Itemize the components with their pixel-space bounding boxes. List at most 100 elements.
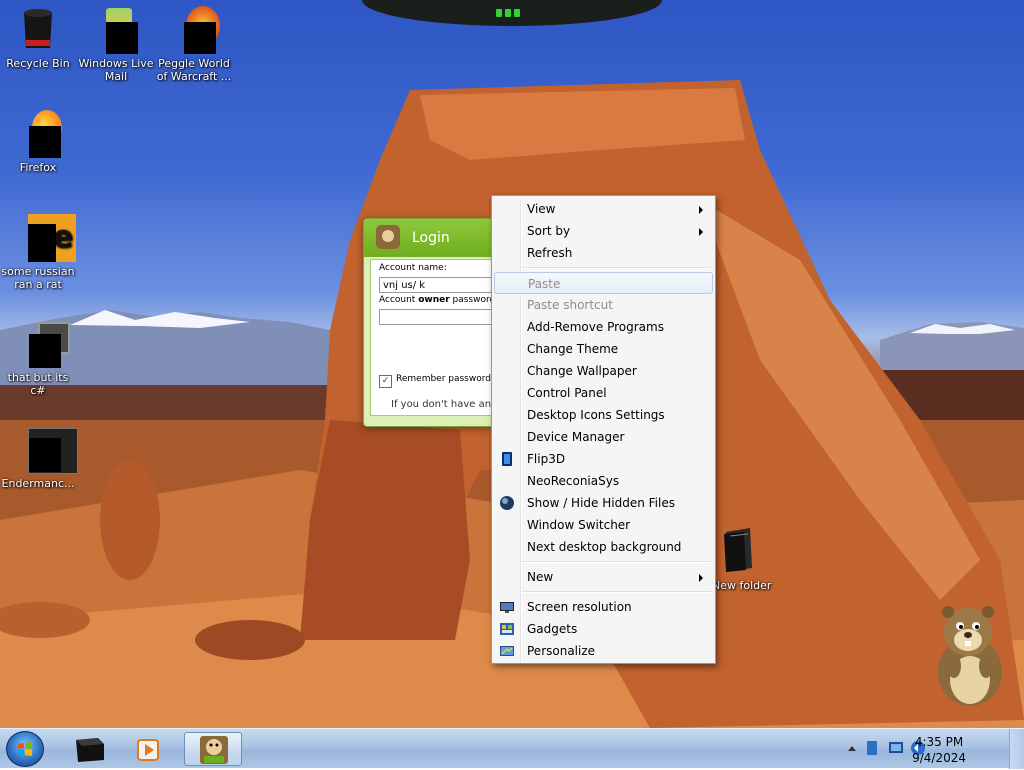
action-center-icon (867, 741, 877, 755)
menu-item-label: Paste (528, 277, 561, 291)
peggle-icon (170, 6, 220, 54)
taskbar-media-player[interactable] (124, 732, 176, 766)
start-button[interactable] (6, 731, 44, 767)
clock-time: 4:35 PM (914, 735, 964, 749)
taskbar: 4:35 PM 9/4/2024 (0, 728, 1024, 769)
desktop-icon-label: Firefox (19, 161, 57, 174)
desktop-icon-label: Recycle Bin (6, 57, 70, 70)
menu-item-label: Next desktop background (527, 540, 682, 554)
monitor-icon (499, 599, 515, 615)
folder-icon (724, 528, 752, 572)
desktop-icon-endermanch[interactable]: Endermanc... (0, 426, 78, 490)
app-icon (14, 320, 70, 368)
menu-separator (522, 591, 711, 593)
menu-item-label: Control Panel (527, 386, 607, 400)
remember-password-checkbox[interactable]: ✓ (379, 375, 392, 388)
menu-item-gadgets[interactable]: Gadgets (494, 618, 713, 640)
menu-separator (522, 561, 711, 563)
menu-item-new[interactable]: New (494, 566, 713, 588)
menu-item-paste[interactable]: Paste (494, 272, 713, 294)
menu-item-show-hide-hidden-files[interactable]: Show / Hide Hidden Files (494, 492, 713, 514)
menu-item-neoreconiasys[interactable]: NeoReconiaSys (494, 470, 713, 492)
desktop-icon-windows-live-mail[interactable]: Windows Live Mail (78, 6, 154, 83)
clock[interactable]: 4:35 PM 9/4/2024 (912, 734, 966, 766)
remember-password-label: Remember password (396, 374, 491, 384)
desktop-icon-russian-rat[interactable]: e some russian ran a rat (0, 214, 76, 291)
status-led (496, 6, 526, 17)
menu-item-label: Desktop Icons Settings (527, 408, 665, 422)
taskbar-pinned-app[interactable] (64, 732, 116, 766)
menu-item-label: Change Theme (527, 342, 619, 356)
login-title-bar[interactable]: Login (364, 219, 494, 257)
menu-item-sort-by[interactable]: Sort by (494, 220, 713, 242)
login-window[interactable]: Login Account name: vnj us/ k Account ow… (363, 218, 494, 427)
media-player-icon (137, 739, 159, 761)
desktop-icon-label: that but its c# (7, 371, 69, 397)
black-box-app-icon (76, 738, 104, 762)
menu-item-screen-resolution[interactable]: Screen resolution (494, 596, 713, 618)
menu-item-label: Device Manager (527, 430, 625, 444)
menu-item-desktop-icons-settings[interactable]: Desktop Icons Settings (494, 404, 713, 426)
desktop-icon-csharp[interactable]: that but its c# (0, 320, 76, 397)
menu-item-personalize[interactable]: Personalize (494, 640, 713, 662)
menu-item-label: Show / Hide Hidden Files (527, 496, 675, 510)
desktop-context-menu[interactable]: View Sort by Refresh Paste Paste shortcu… (491, 195, 716, 664)
menu-item-label: Personalize (527, 644, 596, 658)
mail-icon (92, 6, 140, 54)
gadgets-icon (499, 621, 515, 637)
menu-item-add-remove-programs[interactable]: Add-Remove Programs (494, 316, 713, 338)
menu-item-change-wallpaper[interactable]: Change Wallpaper (494, 360, 713, 382)
submenu-arrow-icon (699, 228, 703, 236)
globe-icon (499, 495, 515, 511)
menu-item-label: Paste shortcut (527, 298, 613, 312)
password-input[interactable] (379, 309, 494, 325)
menu-item-window-switcher[interactable]: Window Switcher (494, 514, 713, 536)
recycle-bin-icon (14, 6, 62, 54)
menu-item-label: New (527, 570, 554, 584)
menu-item-label: Flip3D (527, 452, 566, 466)
login-form: Account name: vnj us/ k Account owner pa… (370, 259, 494, 416)
menu-item-label: NeoReconiaSys (527, 474, 620, 488)
menu-item-label: Refresh (527, 246, 573, 260)
menu-item-label: Add-Remove Programs (527, 320, 664, 334)
menu-item-label: Sort by (527, 224, 571, 238)
menu-item-change-theme[interactable]: Change Theme (494, 338, 713, 360)
show-desktop-button[interactable] (1009, 729, 1024, 769)
taskbar-box-app[interactable] (184, 732, 242, 766)
menu-item-next-desktop-background[interactable]: Next desktop background (494, 536, 713, 558)
menu-item-paste-shortcut[interactable]: Paste shortcut (494, 294, 713, 316)
menu-item-label: Window Switcher (527, 518, 631, 532)
desktop-icon-label: Endermanc... (1, 477, 75, 490)
system-tray: 4:35 PM 9/4/2024 (834, 729, 1024, 769)
menu-item-flip3d[interactable]: Flip3D (494, 448, 713, 470)
show-hidden-icons-icon (848, 746, 856, 751)
flip3d-icon (499, 451, 515, 467)
desktop-icon-recycle-bin[interactable]: Recycle Bin (0, 6, 76, 70)
beaver-logo-icon (376, 225, 400, 249)
menu-item-control-panel[interactable]: Control Panel (494, 382, 713, 404)
password-label: Account owner password (379, 295, 494, 305)
windows-logo-icon (18, 742, 32, 756)
signup-hint-text: If you don't have an (391, 399, 492, 410)
desktop-icon-label: Peggle World of Warcraft ... (156, 57, 232, 83)
account-name-input[interactable]: vnj us/ k (379, 277, 494, 293)
beaver-mascot-icon (938, 606, 1002, 706)
app-icon: e (14, 214, 76, 262)
desktop-icon-peggle[interactable]: Peggle World of Warcraft ... (156, 6, 232, 83)
menu-item-device-manager[interactable]: Device Manager (494, 426, 713, 448)
menu-item-refresh[interactable]: Refresh (494, 242, 713, 264)
submenu-arrow-icon (699, 206, 703, 214)
desktop-icon-label: New folder (712, 579, 772, 592)
account-name-label: Account name: (379, 263, 447, 273)
menu-separator (522, 267, 711, 269)
login-title: Login (412, 230, 450, 246)
menu-item-label: Gadgets (527, 622, 578, 636)
app-icon (14, 426, 78, 474)
menu-item-view[interactable]: View (494, 198, 713, 220)
clock-date: 9/4/2024 (912, 751, 966, 765)
desktop-icon-firefox[interactable]: Firefox (0, 110, 76, 174)
submenu-arrow-icon (699, 574, 703, 582)
menu-item-label: Screen resolution (527, 600, 632, 614)
beaver-mascot-gadget[interactable] (928, 600, 1008, 708)
beaver-box-icon (200, 736, 228, 764)
